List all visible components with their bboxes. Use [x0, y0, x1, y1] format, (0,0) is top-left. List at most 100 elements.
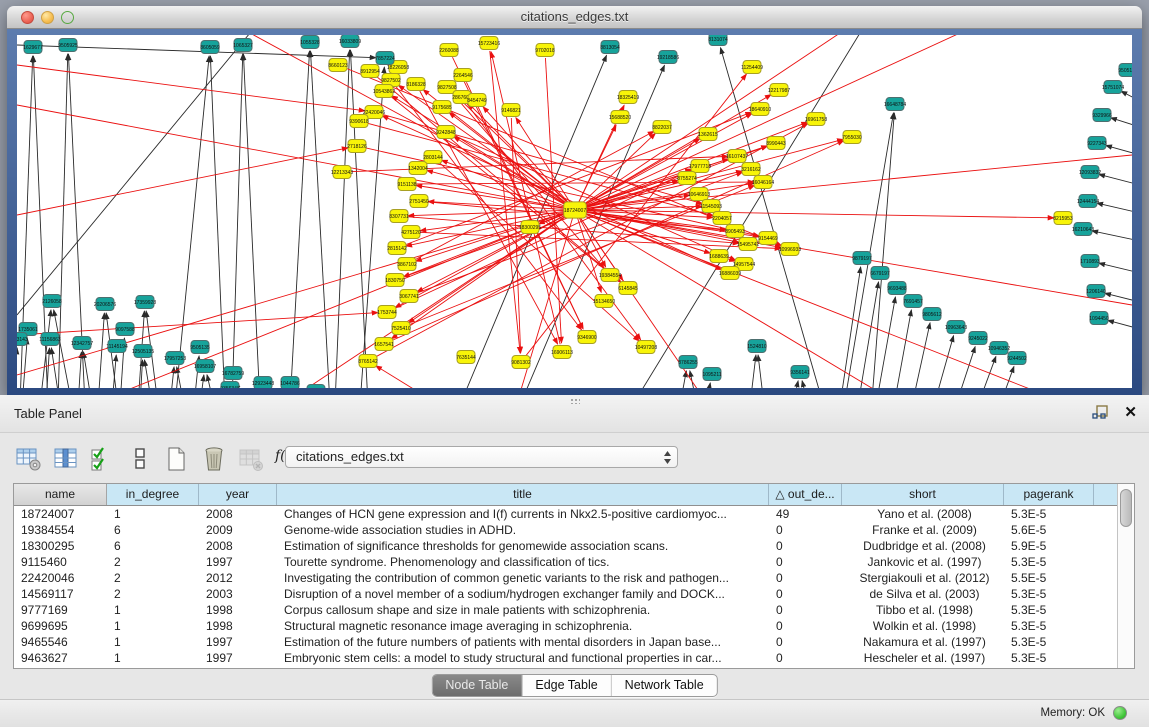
graph-node[interactable]: 6679197 [870, 267, 890, 280]
graph-node[interactable]: 8905493 [725, 225, 745, 238]
graph-node[interactable]: 15688520 [609, 111, 631, 124]
graph-node[interactable]: 1753744 [377, 306, 397, 319]
graph-node[interactable]: 16961758 [805, 113, 827, 126]
table-row[interactable]: 911546021997Tourette syndrome. Phenomeno… [14, 554, 1134, 570]
graph-node[interactable]: 9390618 [349, 115, 369, 128]
graph-node[interactable]: 8605059 [200, 41, 220, 54]
graph-node[interactable]: 9805612 [922, 308, 942, 321]
table-row[interactable]: 946554611997Estimation of the future num… [14, 634, 1134, 650]
graph-node[interactable]: 11156863 [39, 333, 61, 346]
graph-node[interactable]: 2126058 [42, 295, 62, 308]
graph-node[interactable]: 15134650 [593, 295, 615, 308]
graph-node[interactable]: 9146821 [501, 104, 521, 117]
graph-node[interactable]: 8454749 [467, 94, 487, 107]
graph-node[interactable]: 12213343 [331, 166, 353, 179]
graph-node[interactable]: 12217987 [768, 84, 790, 97]
graph-node[interactable]: 16046164 [752, 176, 774, 189]
table-row[interactable]: 1830029562008Estimation of significance … [14, 538, 1134, 554]
graph-node[interactable]: 4275120 [401, 226, 421, 239]
graph-node[interactable]: 9245022 [968, 332, 988, 345]
graph-node[interactable]: 3067741 [399, 290, 419, 303]
network-canvas[interactable]: 1872400786601238912954182260589827502105… [17, 35, 1132, 388]
graph-node[interactable]: 8786255 [678, 356, 698, 369]
new-table-icon[interactable] [164, 446, 190, 472]
graph-node[interactable]: 9151138 [397, 178, 416, 191]
graph-node[interactable]: 6145845 [618, 282, 638, 295]
graph-node[interactable]: 16906113 [551, 346, 573, 359]
graph-node[interactable]: 18300295 [519, 221, 541, 234]
graph-node[interactable]: 2718126 [347, 140, 367, 153]
window-titlebar[interactable]: citations_edges.txt [7, 6, 1142, 29]
graph-node[interactable]: 2045112 [306, 385, 325, 389]
select-columns-icon[interactable] [90, 446, 116, 472]
graph-node[interactable]: 9505135 [190, 341, 210, 354]
graph-node[interactable]: 2815142 [387, 242, 407, 255]
table-row[interactable]: 1456911722003Disruption of a novel membe… [14, 586, 1134, 602]
graph-node[interactable]: 12093832 [1079, 166, 1101, 179]
graph-node[interactable]: 11145194 [106, 340, 128, 353]
graph-node[interactable]: 1044786 [280, 377, 300, 389]
graph-node[interactable]: 16107437 [726, 150, 748, 163]
graph-node[interactable]: 12923448 [252, 377, 274, 389]
graph-node[interactable]: 1342004 [408, 162, 428, 175]
table-row[interactable]: 946362711997Embryonic stem cells: a mode… [14, 650, 1134, 666]
graph-node[interactable]: 3216162 [741, 163, 761, 176]
graph-node[interactable]: 8765142 [358, 355, 378, 368]
graph-node[interactable]: 9175685 [432, 101, 452, 114]
graph-node[interactable]: 1055328 [300, 36, 320, 49]
graph-node[interactable]: 16958107 [194, 360, 216, 373]
column-header-pagerank[interactable]: pagerank [1004, 484, 1094, 505]
graph-node[interactable]: 1095211 [702, 368, 721, 381]
graph-node[interactable]: 8990443 [766, 137, 786, 150]
graph-node[interactable]: 1065327 [233, 39, 253, 52]
graph-node[interactable]: 8215953 [1053, 212, 1073, 225]
graph-node[interactable]: 9356348 [220, 382, 240, 389]
graph-node[interactable]: 9505925 [58, 39, 78, 52]
graph-node[interactable]: 9693488 [887, 282, 907, 295]
delete-attribute-icon[interactable] [201, 446, 227, 472]
tab-network-table[interactable]: Network Table [611, 675, 717, 696]
graph-node[interactable]: 8131074 [708, 35, 728, 46]
graph-node[interactable]: 9356141 [790, 366, 810, 379]
graph-node[interactable]: 16782759 [222, 367, 244, 380]
column-header-title[interactable]: title [277, 484, 769, 505]
graph-node[interactable]: 2803144 [423, 151, 443, 164]
column-header-out_de[interactable]: △ out_de... [769, 484, 842, 505]
graph-node[interactable]: 15751074 [1102, 81, 1124, 94]
table-row[interactable]: 1872400712008Changes of HCN gene express… [14, 506, 1134, 522]
graph-node[interactable]: 17977718 [689, 160, 711, 173]
graph-node[interactable]: 16648784 [884, 98, 906, 111]
table-row[interactable]: 1938455462009Genome-wide association stu… [14, 522, 1134, 538]
graph-node[interactable]: 7955030 [842, 131, 862, 144]
graph-node[interactable]: 3867102 [397, 258, 417, 271]
panel-resize-handle[interactable] [570, 398, 580, 404]
graph-node[interactable]: 12444154 [1077, 195, 1099, 208]
table-scrollbar-thumb[interactable] [1120, 489, 1132, 527]
graph-node[interactable]: 8660123 [328, 59, 348, 72]
close-panel-icon[interactable]: ✕ [1124, 403, 1137, 421]
graph-node[interactable]: 1524810 [747, 340, 767, 353]
graph-node[interactable]: 18640910 [749, 103, 771, 116]
graph-node[interactable]: 8755274 [677, 172, 697, 185]
graph-node[interactable]: 1688639 [709, 250, 729, 263]
column-header-in_degree[interactable]: in_degree [107, 484, 199, 505]
graph-node[interactable]: 10946352 [988, 342, 1010, 355]
graph-node[interactable]: 9097588 [115, 323, 135, 336]
row-height-icon[interactable] [127, 446, 153, 472]
graph-node[interactable]: 20206576 [94, 298, 116, 311]
column-header-name[interactable]: name [14, 484, 107, 505]
graph-node[interactable]: 1362615 [698, 128, 718, 141]
graph-node[interactable]: 7857224 [375, 52, 395, 65]
graph-node[interactable]: 2751450 [409, 195, 429, 208]
graph-node[interactable]: 11545093 [700, 200, 722, 213]
graph-node[interactable]: 1094450 [1089, 312, 1109, 325]
graph-node[interactable]: 9702018 [535, 44, 555, 57]
graph-node[interactable]: 10996933 [779, 243, 801, 256]
graph-node[interactable]: 1206140 [1086, 285, 1106, 298]
graph-node[interactable]: 9346900 [577, 331, 597, 344]
graph-node[interactable]: 17957253 [164, 352, 186, 365]
graph-node[interactable]: 7525410 [391, 322, 411, 335]
graph-node[interactable]: 1657541 [374, 338, 394, 351]
graph-node[interactable]: 15495742 [737, 238, 759, 251]
graph-node[interactable]: 16886039 [719, 267, 741, 280]
